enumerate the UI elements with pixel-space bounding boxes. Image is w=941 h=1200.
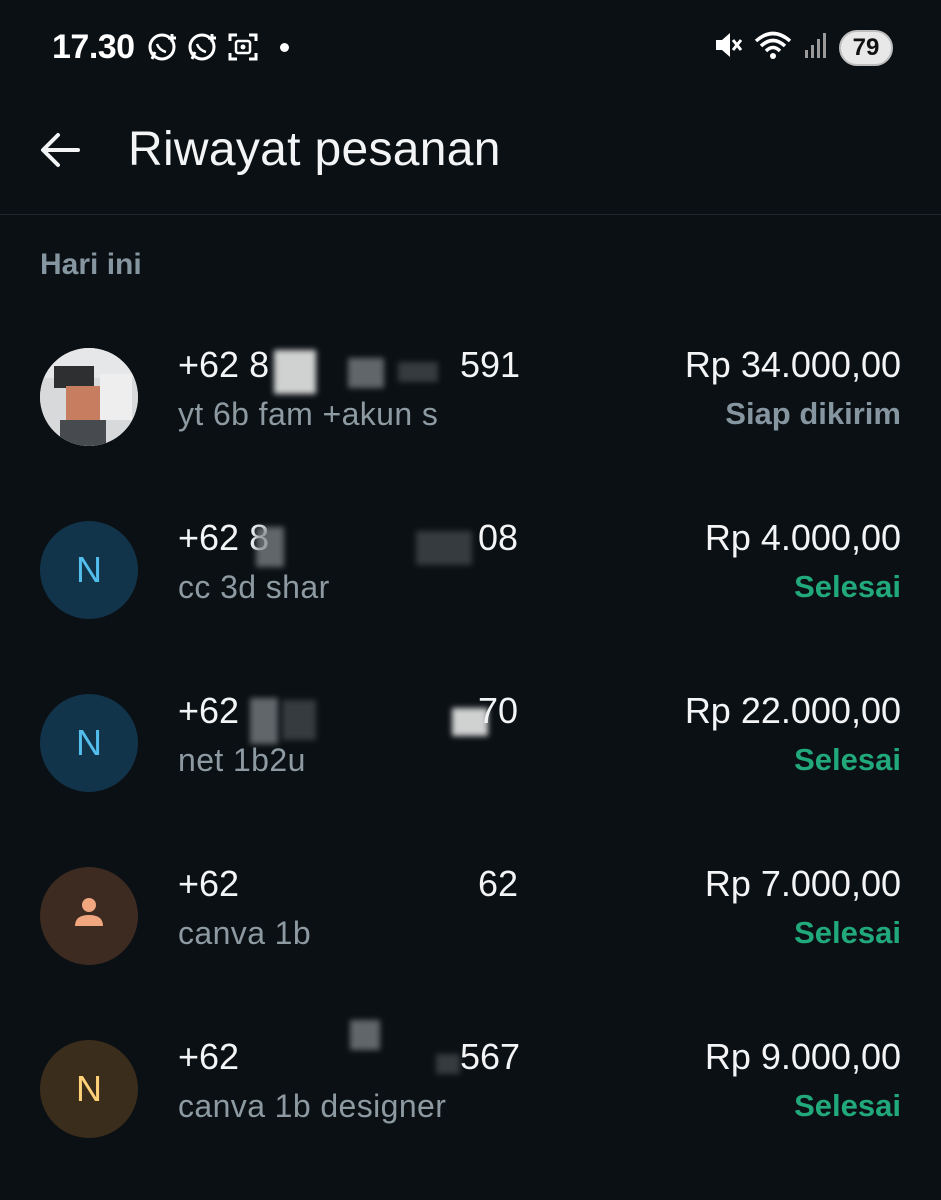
redaction-blur xyxy=(398,362,438,382)
redaction-blur xyxy=(282,700,316,740)
redaction-blur xyxy=(416,531,472,565)
avatar-default xyxy=(40,867,138,965)
back-button[interactable] xyxy=(34,126,86,178)
order-row[interactable]: N +62 567 canva 1b designer Rp 9.000,00 … xyxy=(0,1010,941,1183)
order-row[interactable]: N +62 70 net 1b2u Rp 22.000,00 Selesai xyxy=(0,664,941,837)
arrow-left-icon xyxy=(38,128,82,177)
customer-phone-prefix: +62 8 xyxy=(178,344,270,385)
customer-phone-prefix: +62 xyxy=(178,690,240,731)
avatar-photo xyxy=(40,348,138,446)
system-icons: 79 xyxy=(713,28,893,67)
section-header-today: Hari ini xyxy=(40,248,142,281)
customer-phone-prefix: +62 xyxy=(178,1036,240,1077)
order-note: canva 1b xyxy=(178,915,312,951)
order-amount: Rp 4.000,00 xyxy=(704,517,901,558)
order-note: yt 6b fam +akun s xyxy=(178,396,439,432)
person-icon xyxy=(69,892,109,941)
order-status: Siap dikirim xyxy=(725,396,901,431)
redaction-blur xyxy=(256,527,284,567)
mute-icon xyxy=(713,28,743,67)
order-row[interactable]: +62 62 canva 1b Rp 7.000,00 Selesai xyxy=(0,837,941,1010)
redaction-blur xyxy=(250,698,278,744)
profile-photo-icon xyxy=(40,348,138,446)
order-row[interactable]: +62 8 591 yt 6b fam +akun s Rp 34.000,00… xyxy=(0,318,941,491)
order-status: Selesai xyxy=(794,569,901,604)
redaction-blur xyxy=(274,350,316,394)
customer-phone-prefix: +62 xyxy=(178,863,240,904)
redaction-blur xyxy=(436,1054,460,1074)
order-amount: Rp 9.000,00 xyxy=(704,1036,901,1077)
order-status: Selesai xyxy=(794,915,901,950)
redaction-blur xyxy=(348,358,384,388)
avatar-initial: N xyxy=(40,1040,138,1138)
wifi-icon xyxy=(753,28,793,67)
order-amount: Rp 7.000,00 xyxy=(704,863,901,904)
whatsapp-business-notification-icon xyxy=(186,30,220,64)
customer-phone-suffix: 62 xyxy=(478,863,519,904)
signal-icon xyxy=(803,28,829,67)
order-list: +62 8 591 yt 6b fam +akun s Rp 34.000,00… xyxy=(0,318,941,1183)
order-note: canva 1b designer xyxy=(178,1088,447,1124)
customer-phone-suffix: 591 xyxy=(460,344,521,385)
avatar-initial: N xyxy=(40,521,138,619)
redaction-blur xyxy=(350,1020,380,1050)
order-row[interactable]: N +62 8 08 cc 3d shar Rp 4.000,00 Selesa… xyxy=(0,491,941,664)
app-bar: Riwayat pesanan xyxy=(0,100,941,215)
order-status: Selesai xyxy=(794,1088,901,1123)
battery-indicator: 79 xyxy=(839,29,893,66)
status-time: 17.30 xyxy=(52,28,135,66)
customer-phone-suffix: 08 xyxy=(478,517,519,558)
order-note: cc 3d shar xyxy=(178,569,330,605)
notification-icons xyxy=(146,30,289,64)
order-note: net 1b2u xyxy=(178,742,306,778)
whatsapp-business-notification-icon xyxy=(146,30,180,64)
order-amount: Rp 34.000,00 xyxy=(684,344,901,385)
order-amount: Rp 22.000,00 xyxy=(684,690,901,731)
customer-phone-suffix: 70 xyxy=(478,690,519,731)
avatar-initial: N xyxy=(40,694,138,792)
page-title: Riwayat pesanan xyxy=(128,123,501,176)
customer-phone-suffix: 567 xyxy=(460,1036,521,1077)
status-bar: 17.30 79 xyxy=(0,0,941,100)
order-status: Selesai xyxy=(794,742,901,777)
more-notifications-dot xyxy=(280,42,289,52)
screenshot-icon xyxy=(226,30,260,64)
